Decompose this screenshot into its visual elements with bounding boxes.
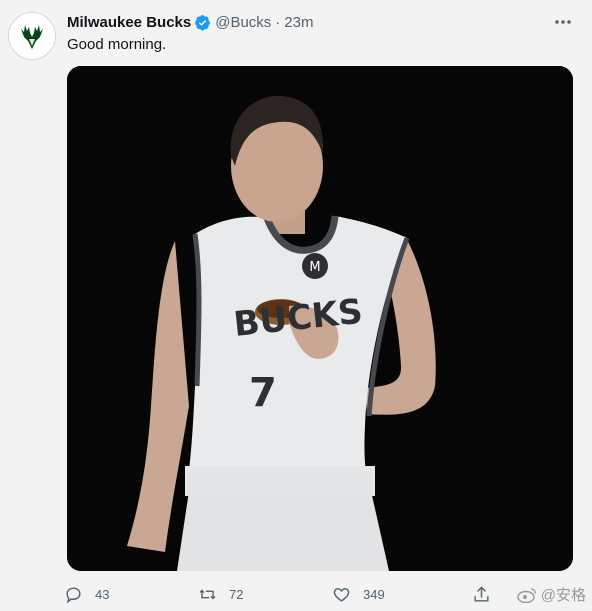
more-options-button[interactable] xyxy=(544,12,572,32)
tweet-actions: 43 72 349 xyxy=(64,583,576,605)
retweet-button[interactable]: 72 xyxy=(198,583,243,605)
like-count: 349 xyxy=(363,586,385,602)
like-button[interactable]: 349 xyxy=(332,583,385,605)
retweet-icon xyxy=(199,589,216,599)
separator-dot: · xyxy=(275,13,281,31)
bucks-logo-icon xyxy=(21,25,43,49)
more-options-icon xyxy=(555,20,571,24)
tweet-text: Good morning. xyxy=(67,36,167,53)
share-icon xyxy=(474,585,489,602)
reply-button[interactable]: 43 xyxy=(64,583,109,605)
weibo-logo-icon xyxy=(517,587,536,603)
author-handle[interactable]: @Bucks xyxy=(215,14,271,31)
share-button[interactable] xyxy=(472,583,503,605)
video-frame: M BUCKS 7 xyxy=(67,66,573,571)
heart-icon xyxy=(333,587,350,602)
avatar[interactable] xyxy=(8,12,56,60)
tweet-media-video[interactable]: M BUCKS 7 xyxy=(67,66,573,571)
timestamp[interactable]: 23m xyxy=(284,14,313,31)
watermark-text: @安格 xyxy=(540,587,586,604)
chest-logo: M xyxy=(309,260,320,275)
retweet-count: 72 xyxy=(229,586,244,602)
reply-count: 43 xyxy=(95,586,110,602)
jersey-number: 7 xyxy=(249,370,277,416)
tweet-header: Milwaukee Bucks @Bucks · 23m xyxy=(67,12,572,32)
watermark: @安格 xyxy=(517,584,586,605)
author-name[interactable]: Milwaukee Bucks xyxy=(67,14,191,31)
reply-icon xyxy=(66,586,81,603)
verified-badge-icon xyxy=(195,14,211,31)
